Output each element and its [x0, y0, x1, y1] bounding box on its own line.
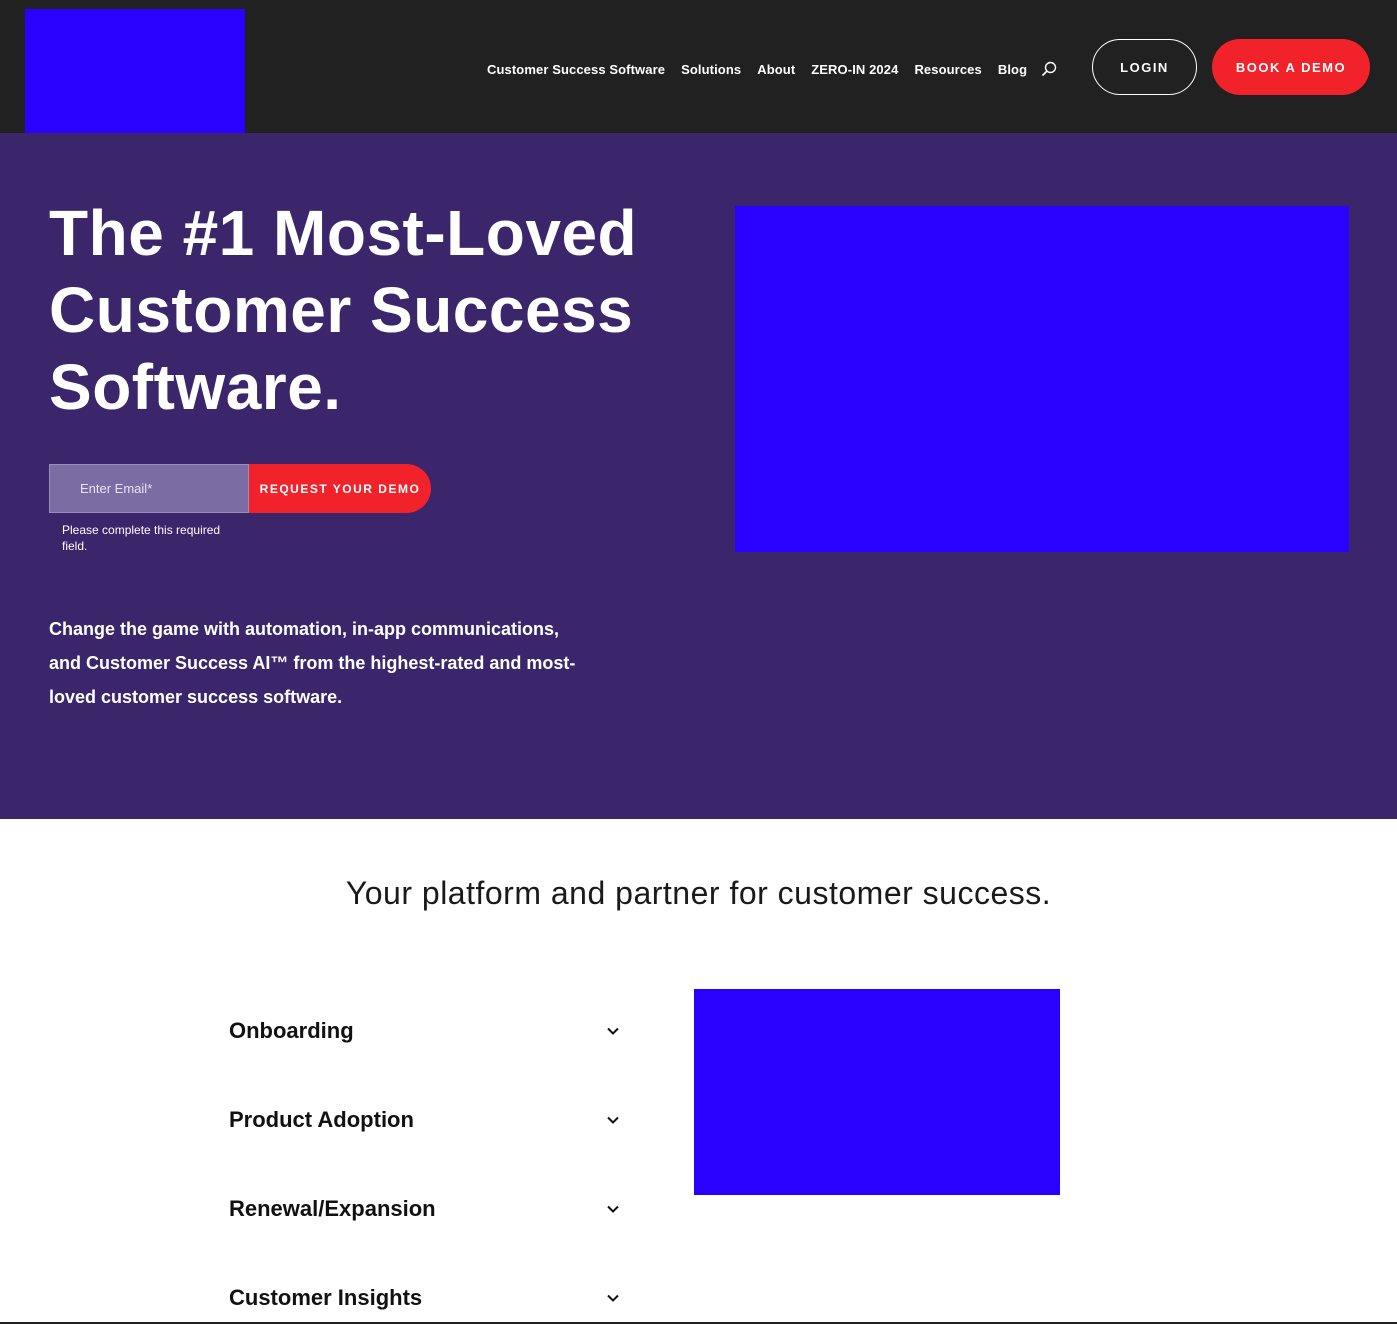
chevron-down-icon: [607, 1205, 619, 1213]
logo[interactable]: [25, 9, 245, 133]
accordion-item-product-adoption[interactable]: Product Adoption: [229, 1089, 624, 1178]
accordion-label: Product Adoption: [229, 1107, 414, 1132]
accordion-item-renewal-expansion[interactable]: Renewal/Expansion: [229, 1178, 624, 1267]
feature-media: [694, 989, 1060, 1195]
feature-accordion: Onboarding Product Adoption Renewal/Expa…: [229, 1000, 624, 1324]
hero-section: The #1 Most-Loved Customer Success Softw…: [0, 133, 1397, 819]
accordion-label: Customer Insights: [229, 1285, 423, 1310]
nav-item-solutions[interactable]: Solutions: [681, 62, 741, 77]
nav-item-customer-success-software[interactable]: Customer Success Software: [487, 62, 665, 77]
book-demo-button[interactable]: BOOK A DEMO: [1212, 39, 1370, 95]
chevron-down-icon: [607, 1027, 619, 1035]
main-nav: Customer Success Software Solutions Abou…: [487, 62, 1027, 77]
email-input[interactable]: Enter Email*: [49, 464, 249, 513]
chevron-down-icon: [607, 1294, 619, 1302]
accordion-label: Onboarding: [229, 1018, 354, 1043]
platform-title: Your platform and partner for customer s…: [345, 875, 1052, 911]
hero-title: The #1 Most-Loved Customer Success Softw…: [49, 197, 638, 423]
nav-item-resources[interactable]: Resources: [914, 62, 981, 77]
site-header: Customer Success Software Solutions Abou…: [0, 0, 1397, 133]
request-demo-button[interactable]: REQUEST YOUR DEMO: [249, 464, 431, 513]
accordion-item-customer-insights[interactable]: Customer Insights: [229, 1267, 624, 1324]
accordion-item-onboarding[interactable]: Onboarding: [229, 1000, 624, 1089]
nav-item-blog[interactable]: Blog: [998, 62, 1027, 77]
chevron-down-icon: [607, 1116, 619, 1124]
email-error-message: Please complete this required field.: [62, 523, 221, 553]
nav-item-zero-in[interactable]: ZERO-IN 2024: [811, 62, 898, 77]
login-button[interactable]: LOGIN: [1092, 39, 1197, 95]
hero-media: [735, 206, 1349, 552]
hero-description: Change the game with automation, in-app …: [49, 619, 576, 707]
nav-item-about[interactable]: About: [757, 62, 795, 77]
search-icon[interactable]: [1041, 61, 1057, 77]
accordion-label: Renewal/Expansion: [229, 1196, 436, 1221]
